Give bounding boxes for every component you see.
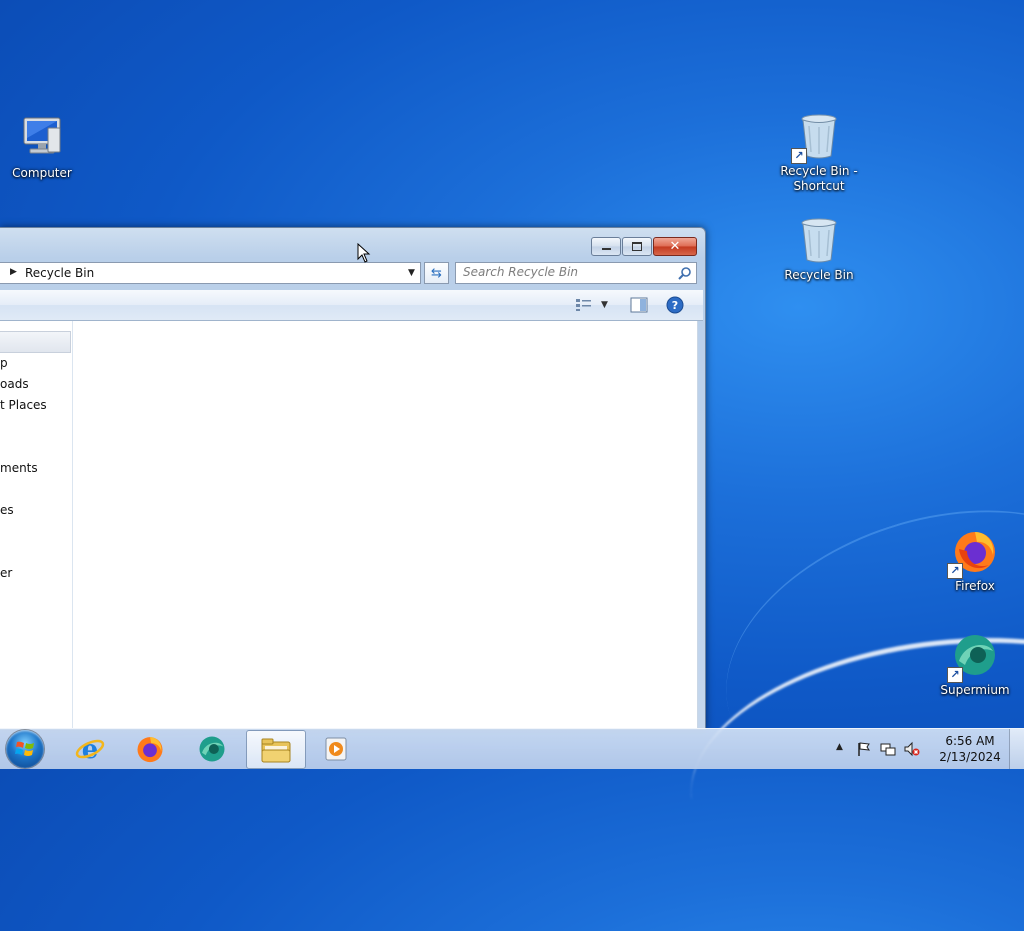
minimize-icon: [602, 248, 611, 250]
nav-item-computer[interactable]: er: [0, 566, 12, 580]
svg-text:?: ?: [672, 299, 678, 312]
clock-date: 2/13/2024: [938, 749, 1002, 765]
maximize-button[interactable]: [622, 237, 652, 256]
taskbar-windows-explorer[interactable]: [246, 730, 306, 769]
view-options-icon: [575, 298, 593, 312]
refresh-icon: ⇆: [431, 266, 442, 281]
desktop-icon-supermium[interactable]: ↗ Supermium: [933, 631, 1017, 698]
minimize-button[interactable]: [591, 237, 621, 256]
address-dropdown-icon[interactable]: ▼: [408, 268, 415, 278]
address-row: ▶ Recycle Bin ▼ ⇆: [0, 262, 705, 284]
media-player-icon: [322, 735, 350, 763]
refresh-button[interactable]: ⇆: [424, 262, 449, 284]
recycle-bin-icon: ↗: [795, 112, 843, 160]
shortcut-arrow-icon: ↗: [791, 148, 807, 164]
clock[interactable]: 6:56 AM 2/13/2024: [938, 733, 1002, 765]
desktop-icon-computer[interactable]: Computer: [0, 114, 84, 181]
close-button[interactable]: ✕: [653, 237, 697, 256]
nav-item-downloads[interactable]: oads: [0, 377, 29, 391]
address-bar[interactable]: ▶ Recycle Bin ▼: [0, 262, 421, 284]
shortcut-arrow-icon: ↗: [947, 667, 963, 683]
start-button[interactable]: [6, 730, 44, 768]
navigation-pane: s p oads t Places ments es er: [0, 321, 73, 728]
close-icon: ✕: [670, 240, 681, 253]
system-tray: ▲ 6:56 AM 2/13/2024: [834, 729, 1024, 769]
nav-item-desktop[interactable]: p: [0, 356, 8, 370]
search-box[interactable]: [455, 262, 697, 284]
file-list-area[interactable]: s p oads t Places ments es er: [0, 321, 698, 728]
nav-item-selected-highlight: [0, 331, 71, 353]
desktop-icon-recycle-bin-shortcut[interactable]: ↗ Recycle Bin - Shortcut: [777, 112, 861, 194]
explorer-window[interactable]: ✕ ▶ Recycle Bin ▼ ⇆: [0, 227, 706, 730]
help-button[interactable]: ?: [666, 296, 684, 314]
desktop-icon-label: Firefox: [933, 579, 1017, 594]
taskbar-supermium[interactable]: [183, 730, 241, 767]
taskbar-media-player[interactable]: [307, 730, 365, 767]
supermium-icon: ↗: [951, 631, 999, 679]
recycle-bin-icon: [795, 216, 843, 264]
preview-pane-button[interactable]: [630, 296, 648, 314]
volume-muted-icon[interactable]: [904, 741, 920, 757]
supermium-icon: [197, 734, 227, 764]
action-center-flag-icon[interactable]: [856, 741, 872, 757]
mouse-cursor-icon: [357, 243, 371, 263]
show-hidden-icons-chevron-icon[interactable]: ▲: [836, 742, 852, 758]
taskbar: e ▲: [0, 728, 1024, 769]
search-input[interactable]: [456, 263, 668, 281]
firefox-icon: ↗: [951, 527, 999, 575]
search-icon[interactable]: [678, 266, 692, 280]
folder-icon: [260, 736, 292, 764]
desktop-icon-label: Recycle Bin - Shortcut: [777, 164, 861, 194]
maximize-icon: [632, 242, 642, 251]
breadcrumb[interactable]: Recycle Bin: [25, 266, 94, 280]
taskbar-internet-explorer[interactable]: e: [61, 730, 119, 767]
shortcut-arrow-icon: ↗: [947, 563, 963, 579]
command-bar: ▼ ?: [0, 290, 703, 321]
desktop-icon-label: Supermium: [933, 683, 1017, 698]
show-desktop-button[interactable]: [1009, 729, 1024, 769]
taskbar-firefox[interactable]: [121, 730, 179, 767]
change-view-button[interactable]: ▼: [575, 296, 608, 314]
firefox-icon: [135, 734, 165, 764]
desktop-icon-recycle-bin[interactable]: Recycle Bin: [777, 216, 861, 283]
svg-text:e: e: [82, 735, 99, 764]
windows-logo-icon: [6, 730, 44, 768]
desktop-icon-label: Recycle Bin: [777, 268, 861, 283]
desktop-icon-label: Computer: [0, 166, 84, 181]
clock-time: 6:56 AM: [938, 733, 1002, 749]
chevron-down-icon[interactable]: ▼: [601, 300, 608, 310]
preview-pane-icon: [630, 297, 648, 313]
nav-item-documents[interactable]: ments: [0, 461, 38, 475]
breadcrumb-chevron-icon[interactable]: ▶: [10, 267, 17, 277]
desktop-icon-firefox[interactable]: ↗ Firefox: [933, 527, 1017, 594]
nav-item-pictures[interactable]: es: [0, 503, 14, 517]
nav-item-recent-places[interactable]: t Places: [0, 398, 47, 412]
network-icon[interactable]: [880, 741, 896, 757]
help-icon: ?: [666, 296, 684, 314]
internet-explorer-icon: e: [75, 734, 105, 764]
computer-icon: [18, 114, 66, 162]
window-controls: ✕: [590, 237, 697, 256]
